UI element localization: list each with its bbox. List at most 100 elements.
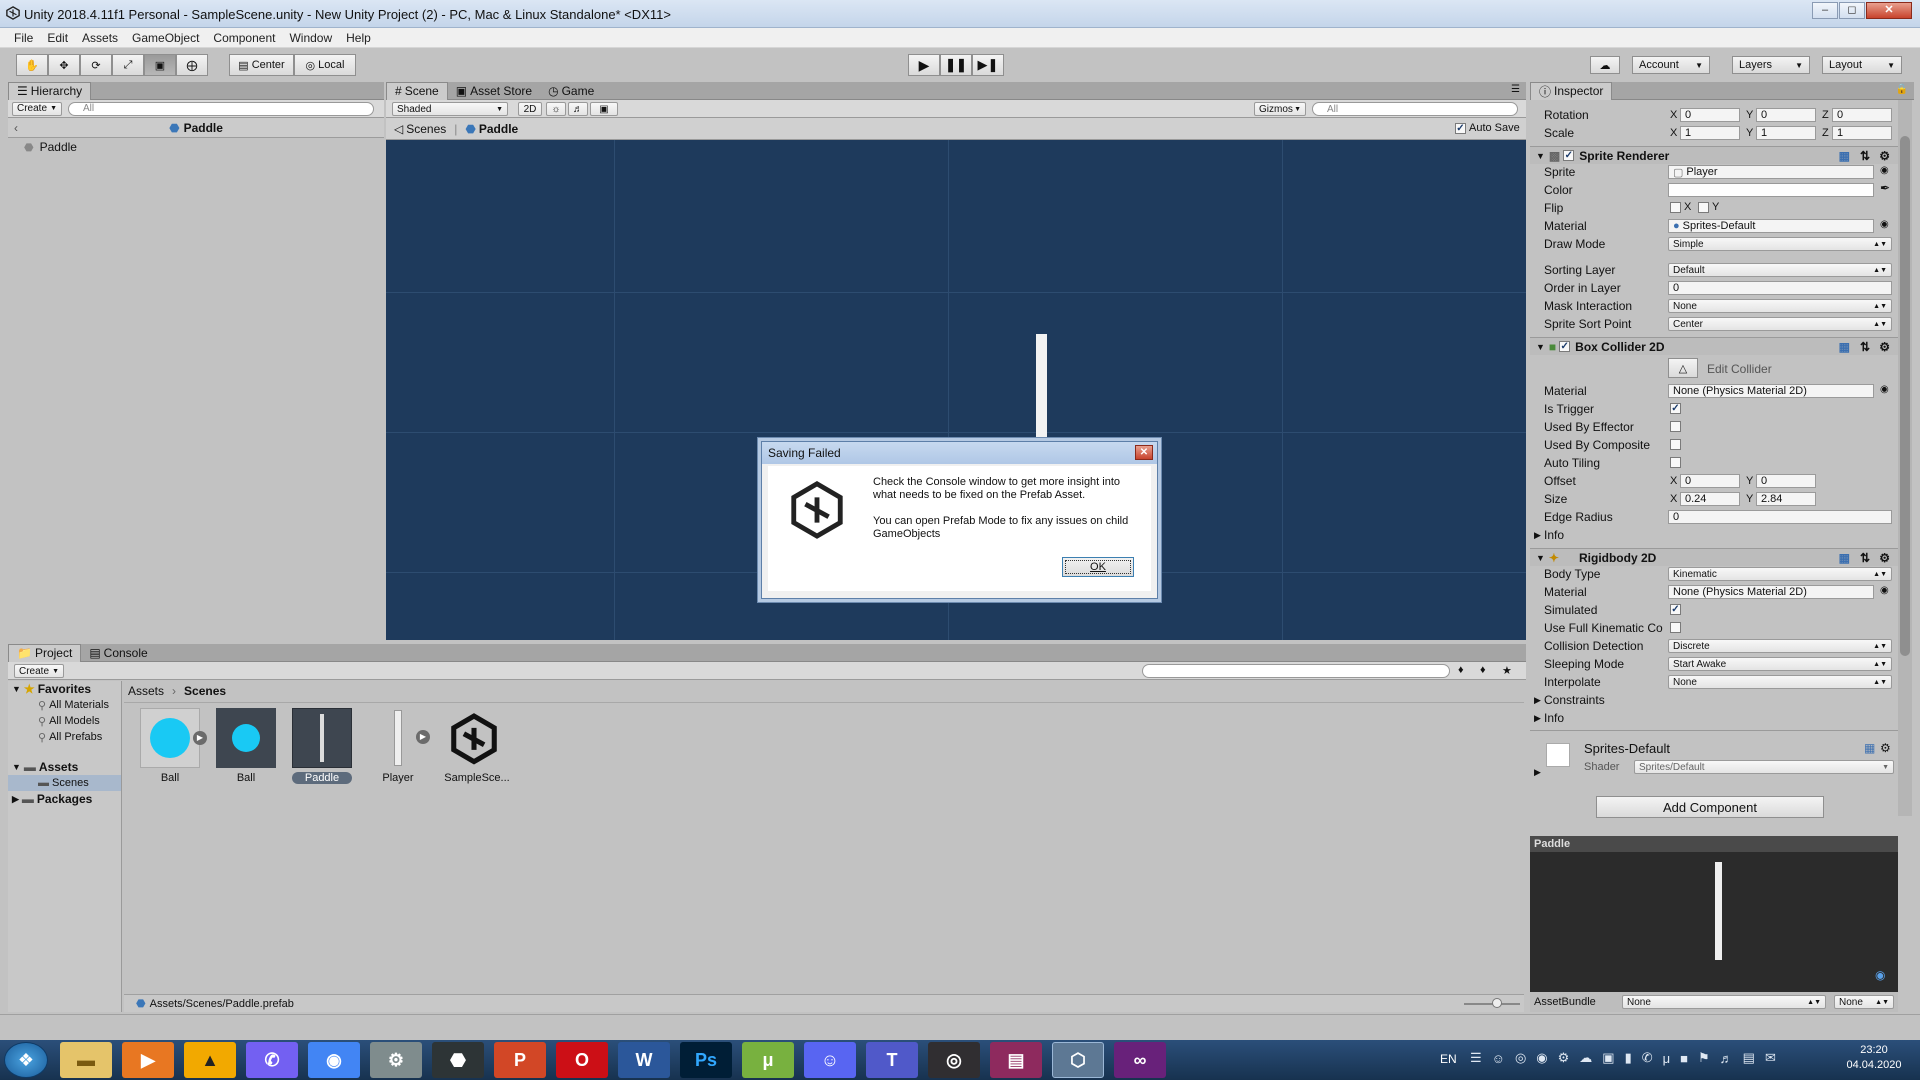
account-dropdown[interactable]: Account ▼: [1632, 56, 1710, 74]
size-y-field[interactable]: 2.84: [1756, 492, 1816, 506]
order-in-layer-field[interactable]: 0: [1668, 281, 1892, 295]
flip-y-checkbox[interactable]: [1698, 202, 1709, 213]
taskbar-vlc[interactable]: ▲: [184, 1042, 236, 1078]
transform-tool-button[interactable]: ⨁: [176, 54, 208, 76]
expand-sprite-icon[interactable]: ▶: [416, 730, 430, 744]
layers-dropdown[interactable]: Layers ▼: [1732, 56, 1810, 74]
is-trigger-checkbox[interactable]: ✓: [1670, 403, 1681, 414]
tray-display-icon[interactable]: ▤: [1743, 1050, 1755, 1066]
tray-steam-icon[interactable]: ◉: [1536, 1050, 1547, 1066]
tree-scenes[interactable]: ▬ Scenes: [8, 775, 121, 791]
taskbar-opera[interactable]: O: [556, 1042, 608, 1078]
tree-all-prefabs[interactable]: ⚲ All Prefabs: [8, 729, 121, 745]
sleeping-mode-dropdown[interactable]: Start Awake ▲▼: [1668, 657, 1892, 671]
taskbar-powerpoint[interactable]: P: [494, 1042, 546, 1078]
auto-tiling-checkbox[interactable]: [1670, 457, 1681, 468]
tab-asset-store[interactable]: ▣ Asset Store: [448, 82, 540, 100]
collider-material-field[interactable]: None (Physics Material 2D): [1668, 384, 1874, 398]
preview-settings-icon[interactable]: ◉: [1875, 968, 1885, 982]
taskbar-unity-hub[interactable]: ⬣: [432, 1042, 484, 1078]
object-picker-icon[interactable]: ◉: [1880, 165, 1889, 176]
panel-menu-icon[interactable]: ☰: [1511, 84, 1520, 95]
hierarchy-search-input[interactable]: All: [68, 101, 374, 116]
tab-project[interactable]: 📁 Project: [8, 643, 82, 662]
lock-icon[interactable]: 🔒: [1896, 84, 1908, 95]
preset-icon[interactable]: ⇅: [1860, 551, 1870, 565]
taskbar-viber[interactable]: ✆: [246, 1042, 298, 1078]
step-button[interactable]: ▶❚: [972, 54, 1004, 76]
tray-obs-icon[interactable]: ◎: [1515, 1050, 1526, 1066]
asset-samplescene[interactable]: SampleSce...: [444, 708, 510, 788]
edit-collider-button[interactable]: △: [1668, 358, 1698, 378]
menu-help[interactable]: Help: [346, 31, 371, 45]
taskbar-obs[interactable]: ◎: [928, 1042, 980, 1078]
object-picker-icon[interactable]: ◉: [1880, 585, 1889, 596]
layout-dropdown[interactable]: Layout ▼: [1822, 56, 1902, 74]
taskbar-unity[interactable]: ⬡: [1052, 1042, 1104, 1078]
move-tool-button[interactable]: ✥: [48, 54, 80, 76]
collision-detection-dropdown[interactable]: Discrete ▲▼: [1668, 639, 1892, 653]
taskbar-utorrent[interactable]: μ: [742, 1042, 794, 1078]
menu-assets[interactable]: Assets: [82, 31, 118, 45]
inspector-scrollbar[interactable]: [1898, 100, 1912, 816]
asset-player-sprite[interactable]: ▶ Player: [368, 708, 430, 788]
menu-file[interactable]: File: [14, 31, 33, 45]
edge-radius-field[interactable]: 0: [1668, 510, 1892, 524]
draw-mode-dropdown[interactable]: Simple ▲▼: [1668, 237, 1892, 251]
hierarchy-item[interactable]: ⬣ Paddle: [8, 138, 384, 156]
help-book-icon[interactable]: ▦: [1839, 340, 1850, 354]
object-picker-icon[interactable]: ◉: [1880, 384, 1889, 395]
rotate-tool-button[interactable]: ⟳: [80, 54, 112, 76]
maximize-button[interactable]: ◻: [1839, 2, 1865, 19]
sprite-sort-point-dropdown[interactable]: Center ▲▼: [1668, 317, 1892, 331]
hand-tool-button[interactable]: ✋: [16, 54, 48, 76]
shading-mode-dropdown[interactable]: Shaded ▼: [392, 102, 508, 116]
help-book-icon[interactable]: ▦: [1839, 551, 1850, 565]
taskbar-media-player[interactable]: ▶: [122, 1042, 174, 1078]
effects-dropdown[interactable]: ▣: [590, 102, 618, 116]
start-button[interactable]: ❖: [4, 1042, 48, 1078]
slider-thumb[interactable]: [1492, 998, 1502, 1008]
breadcrumb-scenes[interactable]: Scenes: [406, 122, 446, 136]
breadcrumb-scenes[interactable]: Scenes: [184, 684, 226, 698]
offset-y-field[interactable]: 0: [1756, 474, 1816, 488]
taskbar-visual-studio[interactable]: ∞: [1114, 1042, 1166, 1078]
material-field[interactable]: ● Sprites-Default: [1668, 219, 1874, 233]
collab-cloud-button[interactable]: ☁: [1590, 56, 1620, 74]
language-indicator[interactable]: EN: [1440, 1052, 1457, 1066]
gizmos-dropdown[interactable]: Gizmos ▼: [1254, 102, 1306, 116]
tab-scene[interactable]: # Scene: [386, 81, 448, 100]
add-component-button[interactable]: Add Component: [1596, 796, 1824, 818]
assetbundle-variant-dropdown[interactable]: None ▲▼: [1834, 995, 1894, 1009]
tray-utorrent-icon[interactable]: μ: [1663, 1051, 1671, 1066]
ok-button[interactable]: OK: [1062, 557, 1134, 577]
menu-edit[interactable]: Edit: [47, 31, 68, 45]
project-search-input[interactable]: [1142, 664, 1450, 678]
tray-app-icon[interactable]: ⚙: [1558, 1050, 1570, 1066]
clock[interactable]: 23:20 04.04.2020: [1842, 1044, 1906, 1071]
rigidbody-header[interactable]: ▼ ✦ Rigidbody 2D ▦ ⇅ ⚙: [1530, 548, 1898, 566]
used-by-composite-checkbox[interactable]: [1670, 439, 1681, 450]
close-window-button[interactable]: ✕: [1866, 2, 1912, 19]
thumbnail-size-slider[interactable]: [1464, 998, 1520, 1008]
gear-icon[interactable]: ⚙: [1879, 551, 1890, 565]
breadcrumb-assets[interactable]: Assets: [128, 684, 164, 698]
menu-component[interactable]: Component: [213, 31, 275, 45]
shader-dropdown[interactable]: Sprites/Default ▼: [1634, 760, 1894, 774]
asset-paddle-prefab[interactable]: Paddle: [292, 708, 352, 788]
tab-inspector[interactable]: ⓘ Inspector: [1530, 81, 1613, 100]
taskbar-teams[interactable]: T: [866, 1042, 918, 1078]
play-button[interactable]: ▶: [908, 54, 940, 76]
help-book-icon[interactable]: ▦: [1864, 741, 1875, 755]
back-arrow-icon[interactable]: ‹: [14, 121, 18, 135]
eyedropper-icon[interactable]: ✒: [1880, 181, 1890, 195]
simulated-checkbox[interactable]: ✓: [1670, 604, 1681, 615]
2d-toggle-button[interactable]: 2D: [518, 102, 542, 116]
scale-y-field[interactable]: 1: [1756, 126, 1816, 140]
offset-x-field[interactable]: 0: [1680, 474, 1740, 488]
interpolate-dropdown[interactable]: None ▲▼: [1668, 675, 1892, 689]
pivot-center-button[interactable]: ▤ Center: [229, 54, 294, 76]
taskbar-settings[interactable]: ⚙: [370, 1042, 422, 1078]
tree-assets[interactable]: ▼ ▬ Assets: [8, 759, 121, 775]
scale-tool-button[interactable]: ⤢: [112, 54, 144, 76]
